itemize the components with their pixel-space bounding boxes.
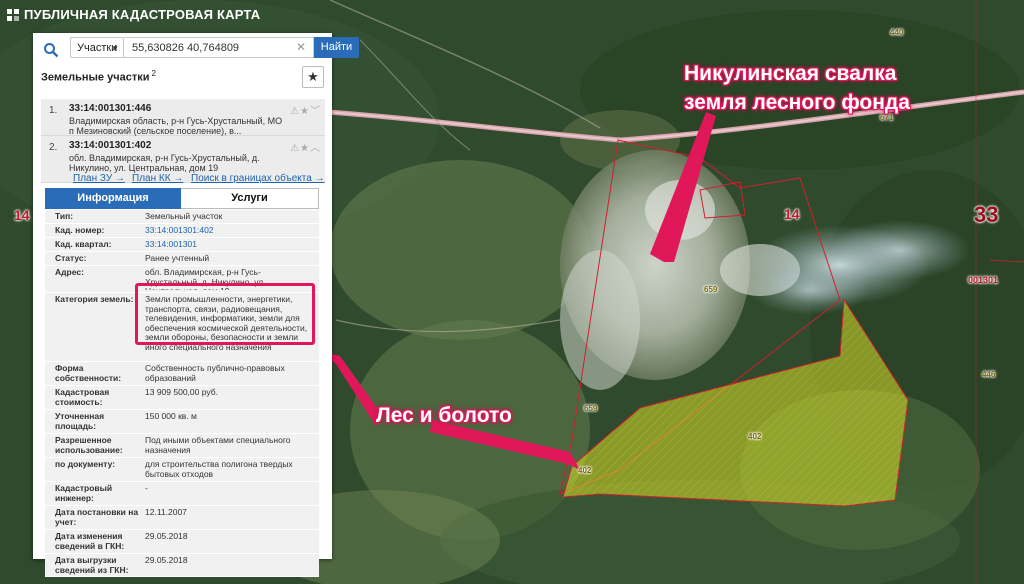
property-row: Статус: Ранее учтенный	[45, 252, 319, 266]
property-value: 12.11.2007	[145, 508, 187, 517]
property-row: Разрешенное использование: Под иными объ…	[45, 434, 319, 458]
logo-icon	[7, 9, 19, 21]
tab-services[interactable]: Услуги	[181, 188, 319, 209]
star-icon[interactable]: ★	[300, 143, 310, 154]
favorite-star-button[interactable]: ★	[302, 66, 324, 88]
plan-kk-link[interactable]: План КК →	[132, 173, 183, 184]
result-cad-number: 33:14:001301:446	[69, 103, 152, 114]
section-title: Земельные участки 2	[41, 69, 156, 84]
result-item-1[interactable]: 1. 33:14:001301:446 Владимирская область…	[41, 99, 325, 136]
property-value: 13 909 500,00 руб.	[145, 388, 218, 397]
results-list: 1. 33:14:001301:446 Владимирская область…	[41, 99, 325, 183]
property-value: Собственность публично-правовых образова…	[145, 364, 285, 383]
property-label: Уточненная площадь:	[55, 411, 105, 431]
result-cad-number: 33:14:001301:402	[69, 140, 152, 151]
property-row: по документу: для строительства полигона…	[45, 458, 319, 482]
find-button[interactable]: Найти	[314, 37, 359, 58]
app-title: ПУБЛИЧНАЯ КАДАСТРОВАЯ КАРТА	[24, 7, 261, 22]
quarter-label-14-right: 14	[784, 206, 800, 222]
top-bar: ПУБЛИЧНАЯ КАДАСТРОВАЯ КАРТА	[0, 0, 1024, 30]
property-label: по документу:	[55, 459, 116, 469]
property-row: Дата выгрузки сведений из ГКН: 29.05.201…	[45, 554, 319, 577]
plot-label-402-edge: 402	[578, 466, 592, 475]
property-value: Под иными объектами специального назначе…	[145, 436, 291, 455]
property-label: Кад. квартал:	[55, 239, 112, 249]
tab-information[interactable]: Информация	[45, 188, 181, 209]
section-count: 2	[151, 69, 156, 78]
search-input[interactable]	[124, 37, 314, 58]
chevron-down-icon: ▼	[111, 44, 119, 53]
property-label: Статус:	[55, 253, 87, 263]
property-label: Разрешенное использование:	[55, 435, 123, 455]
search-bounds-link[interactable]: Поиск в границах объекта →	[191, 173, 325, 184]
property-value: Ранее учтенный	[145, 254, 210, 263]
district-label-33: 33	[974, 202, 999, 227]
property-value: -	[145, 484, 148, 493]
result-actions[interactable]: ⚠★︿	[290, 139, 321, 154]
result-address: Владимирская область, р-н Гусь-Хрустальн…	[69, 116, 283, 136]
plot-label-659-a: 659	[704, 285, 718, 294]
property-label: Тип:	[55, 211, 74, 221]
property-value: 29.05.2018	[145, 556, 188, 565]
star-icon: ★	[307, 69, 319, 84]
annotation-forest: Лес и болото	[376, 404, 512, 427]
property-value: 150 000 кв. м	[145, 412, 197, 421]
property-label: Адрес:	[55, 267, 84, 277]
property-label: Категория земель:	[55, 294, 134, 304]
plot-label-402-center: 402	[748, 432, 762, 441]
property-row: Кад. номер: 33:14:001301:402	[45, 224, 319, 238]
property-value: для строительства полигона твердых бытов…	[145, 460, 293, 479]
section-title-text: Земельные участки	[41, 71, 150, 84]
property-label: Кадастровый инженер:	[55, 483, 113, 503]
search-type-select[interactable]: Участки ▼	[70, 37, 124, 58]
clear-icon[interactable]: ✕	[296, 40, 306, 54]
property-label: Дата изменения сведений в ГКН:	[55, 531, 125, 551]
property-row: Кад. квартал: 33:14:001301	[45, 238, 319, 252]
info-tabs: Информация Услуги	[45, 188, 319, 209]
annotation-dump-line2: земля лесного фонда	[684, 91, 910, 114]
property-row: Дата изменения сведений в ГКН: 29.05.201…	[45, 530, 319, 554]
property-label: Дата выгрузки сведений из ГКН:	[55, 555, 129, 575]
property-value: 29.05.2018	[145, 532, 188, 541]
search-icon[interactable]	[43, 42, 59, 58]
property-row: Кадастровая стоимость: 13 909 500,00 руб…	[45, 386, 319, 410]
property-value-link[interactable]: 33:14:001301	[145, 240, 315, 250]
property-row: Дата постановки на учет: 12.11.2007	[45, 506, 319, 530]
property-value: Земельный участок	[145, 212, 223, 221]
result-actions[interactable]: ⚠★﹀	[290, 102, 321, 117]
property-label: Кад. номер:	[55, 225, 105, 235]
plot-label-446: 446	[982, 370, 996, 379]
quarter-label-14-left: 14	[14, 207, 30, 223]
warning-icon[interactable]: ⚠	[290, 143, 300, 154]
property-row: Кадастровый инженер: -	[45, 482, 319, 506]
result-number: 2.	[49, 142, 58, 153]
property-row: Уточненная площадь: 150 000 кв. м	[45, 410, 319, 434]
chevron-down-icon[interactable]: ﹀	[310, 106, 321, 117]
property-label: Кадастровая стоимость:	[55, 387, 110, 407]
property-value-link[interactable]: 33:14:001301:402	[145, 226, 315, 236]
result-address: обл. Владимирская, р-н Гусь-Хрустальный,…	[69, 153, 260, 173]
property-row: Тип: Земельный участок	[45, 210, 319, 224]
chevron-up-icon[interactable]: ︿	[310, 143, 321, 154]
plan-zu-link[interactable]: План ЗУ →	[73, 173, 125, 184]
block-label: 001301	[968, 275, 999, 285]
warning-icon[interactable]: ⚠	[290, 106, 300, 117]
property-label: Форма собственности:	[55, 363, 122, 383]
result-number: 1.	[49, 105, 58, 116]
annotation-dump-line1: Никулинская свалка	[684, 62, 897, 85]
property-row: Форма собственности: Собственность публи…	[45, 362, 319, 386]
plot-label-659-b: 659	[584, 404, 598, 413]
land-category-highlight-box	[135, 283, 315, 345]
star-icon[interactable]: ★	[300, 106, 310, 117]
property-label: Дата постановки на учет:	[55, 507, 139, 527]
